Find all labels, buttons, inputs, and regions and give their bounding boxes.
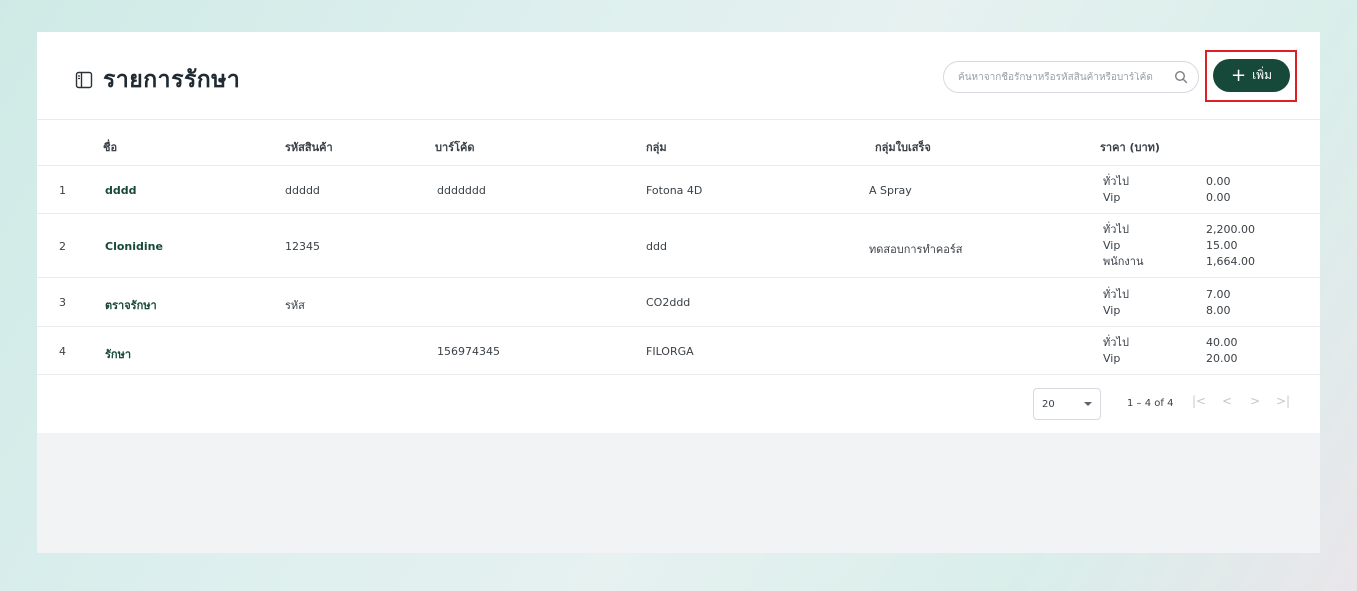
table-panel: รายการรักษา + เพิ่ม ชื่อ รหัสสินค้า บาร์… (37, 32, 1320, 433)
price-line: Vip 15.00 (1103, 237, 1255, 253)
row-barcode: ddddddd (437, 184, 486, 197)
search-icon[interactable] (1174, 70, 1188, 84)
row-receipt-group: A Spray (869, 184, 912, 197)
pagination-range: 1 – 4 of 4 (1127, 398, 1174, 409)
plus-icon: + (1230, 64, 1247, 86)
pagination-nav: |< < > >| (1185, 394, 1297, 408)
price-value: 0.00 (1206, 190, 1231, 204)
price-line: ทั่วไป 0.00 (1103, 173, 1231, 189)
price-value: 2,200.00 (1206, 222, 1255, 236)
row-name[interactable]: Clonidine (105, 240, 163, 253)
search-box[interactable] (943, 61, 1199, 93)
price-line: Vip 20.00 (1103, 350, 1238, 366)
first-page-button[interactable]: |< (1185, 394, 1213, 408)
table-header: ชื่อ รหัสสินค้า บาร์โค้ด กลุ่ม กลุ่มใบเส… (37, 121, 1320, 166)
chevron-down-icon (1084, 402, 1092, 406)
row-group: FILORGA (646, 345, 694, 358)
price-label: Vip (1103, 303, 1121, 317)
price-value: 15.00 (1206, 238, 1238, 252)
col-receipt-group[interactable]: กลุ่มใบเสร็จ (875, 138, 931, 156)
row-number: 4 (59, 345, 66, 358)
row-group: Fotona 4D (646, 184, 703, 197)
price-label: ทั่วไป (1103, 288, 1129, 301)
row-prices: ทั่วไป 2,200.00 Vip 15.00 พนักงาน 1,664.00 (1103, 221, 1255, 269)
price-label: Vip (1103, 190, 1121, 204)
row-code: รหัส (285, 299, 305, 312)
price-line: Vip 8.00 (1103, 302, 1231, 318)
last-page-button[interactable]: >| (1269, 394, 1297, 408)
price-label: ทั่วไป (1103, 175, 1129, 188)
prev-page-button[interactable]: < (1213, 394, 1241, 408)
col-group[interactable]: กลุ่ม (646, 138, 667, 156)
price-line: Vip 0.00 (1103, 189, 1231, 205)
price-line: พนักงาน 1,664.00 (1103, 253, 1255, 269)
row-code: 12345 (285, 240, 320, 253)
row-number: 1 (59, 184, 66, 197)
table-row[interactable]: 2 Clonidine 12345 ddd ทดสอบการทำคอร์ส ทั… (37, 215, 1320, 278)
price-value: 7.00 (1206, 287, 1231, 301)
row-code: ddddd (285, 184, 320, 197)
page-header: รายการรักษา + เพิ่ม (37, 32, 1320, 120)
row-barcode: 156974345 (437, 345, 500, 358)
content-card: รายการรักษา + เพิ่ม ชื่อ รหัสสินค้า บาร์… (37, 32, 1320, 553)
price-label: Vip (1103, 351, 1121, 365)
page-size-value: 20 (1042, 398, 1055, 410)
price-line: ทั่วไป 40.00 (1103, 334, 1238, 350)
page-title: รายการรักษา (103, 67, 241, 93)
search-input[interactable] (958, 71, 1168, 83)
add-button[interactable]: + เพิ่ม (1213, 59, 1290, 92)
table-row[interactable]: 3 ตราจรักษา รหัส CO2ddd ทั่วไป 7.00 Vip 8.… (37, 279, 1320, 327)
row-number: 3 (59, 296, 66, 309)
row-group: CO2ddd (646, 296, 691, 309)
row-prices: ทั่วไป 7.00 Vip 8.00 (1103, 286, 1231, 318)
col-barcode[interactable]: บาร์โค้ด (435, 138, 474, 156)
add-button-label: เพิ่ม (1252, 68, 1272, 82)
next-page-button[interactable]: > (1241, 394, 1269, 408)
price-line: ทั่วไป 7.00 (1103, 286, 1231, 302)
col-name[interactable]: ชื่อ (103, 138, 117, 156)
table-row[interactable]: 4 รักษา 156974345 FILORGA ทั่วไป 40.00 Vi… (37, 328, 1320, 375)
price-value: 0.00 (1206, 174, 1231, 188)
price-label: Vip (1103, 238, 1121, 252)
row-receipt-group: ทดสอบการทำคอร์ส (869, 243, 963, 256)
price-label: ทั่วไป (1103, 336, 1129, 349)
price-value: 1,664.00 (1206, 254, 1255, 268)
col-code[interactable]: รหัสสินค้า (285, 138, 333, 156)
page-size-select[interactable]: 20 (1033, 388, 1101, 420)
title-area: รายการรักษา (75, 62, 240, 98)
price-label: พนักงาน (1103, 255, 1144, 268)
row-prices: ทั่วไป 40.00 Vip 20.00 (1103, 334, 1238, 366)
price-value: 8.00 (1206, 303, 1231, 317)
table-row[interactable]: 1 dddd ddddd ddddddd Fotona 4D A Spray ท… (37, 167, 1320, 214)
row-name[interactable]: dddd (105, 184, 137, 197)
row-prices: ทั่วไป 0.00 Vip 0.00 (1103, 173, 1231, 205)
row-name[interactable]: ตราจรักษา (105, 296, 157, 314)
price-value: 20.00 (1206, 351, 1238, 365)
sidebar-toggle-icon[interactable] (75, 71, 93, 89)
row-name[interactable]: รักษา (105, 345, 131, 363)
row-group: ddd (646, 240, 667, 253)
col-price[interactable]: ราคา (บาท) (1100, 138, 1160, 156)
price-line: ทั่วไป 2,200.00 (1103, 221, 1255, 237)
row-number: 2 (59, 240, 66, 253)
price-label: ทั่วไป (1103, 223, 1129, 236)
price-value: 40.00 (1206, 335, 1238, 349)
